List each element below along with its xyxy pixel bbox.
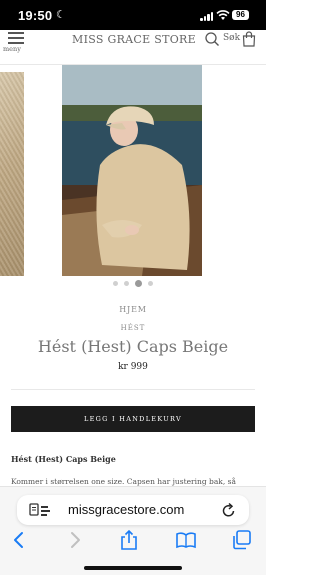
gallery-dot[interactable] xyxy=(124,281,129,286)
gallery-dot[interactable] xyxy=(148,281,153,286)
bookmarks-icon[interactable] xyxy=(175,529,197,551)
search-icon[interactable] xyxy=(204,31,220,47)
reader-mode-icon[interactable] xyxy=(29,503,55,517)
product-image[interactable] xyxy=(62,65,202,276)
site-header: meny MISS GRACE STORE Søk xyxy=(0,30,266,66)
home-indicator xyxy=(84,566,182,570)
status-time: 19:50 xyxy=(18,8,53,23)
previous-slide-image[interactable] xyxy=(0,72,24,276)
gallery-dot-active[interactable] xyxy=(135,280,142,287)
description-title: Hést (Hest) Caps Beige xyxy=(11,454,116,464)
tabs-icon[interactable] xyxy=(231,529,253,551)
gallery-dot[interactable] xyxy=(113,281,118,286)
address-bar[interactable]: missgracestore.com xyxy=(17,495,249,525)
shopping-bag-icon[interactable] xyxy=(242,31,256,47)
menu-label[interactable]: meny xyxy=(3,45,21,53)
cellular-signal-icon xyxy=(200,12,214,21)
add-to-cart-button[interactable]: LEGG I HANDLEKURV xyxy=(11,406,255,432)
back-icon[interactable] xyxy=(8,529,30,551)
product-price: kr 999 xyxy=(118,362,148,372)
url-text[interactable]: missgracestore.com xyxy=(68,502,184,517)
forward-icon[interactable] xyxy=(64,529,86,551)
battery-indicator: 96 xyxy=(232,10,249,20)
store-logo-title[interactable]: MISS GRACE STORE xyxy=(72,33,196,46)
product-brand[interactable]: HÉST xyxy=(0,324,266,332)
reload-icon[interactable] xyxy=(222,502,236,518)
wifi-icon xyxy=(216,10,230,20)
breadcrumb-home[interactable]: HJEM xyxy=(0,305,266,314)
status-bar: 19:50 ☾ 96 xyxy=(0,0,266,30)
price-divider xyxy=(11,389,255,390)
search-label[interactable]: Søk xyxy=(223,33,240,43)
gallery-pagination[interactable] xyxy=(113,280,153,288)
description-text: Kommer i størrelsen one size. Capsen har… xyxy=(11,477,236,486)
share-icon[interactable] xyxy=(118,529,140,551)
focus-moon-icon: ☾ xyxy=(56,8,66,21)
product-title: Hést (Hest) Caps Beige xyxy=(37,337,229,356)
